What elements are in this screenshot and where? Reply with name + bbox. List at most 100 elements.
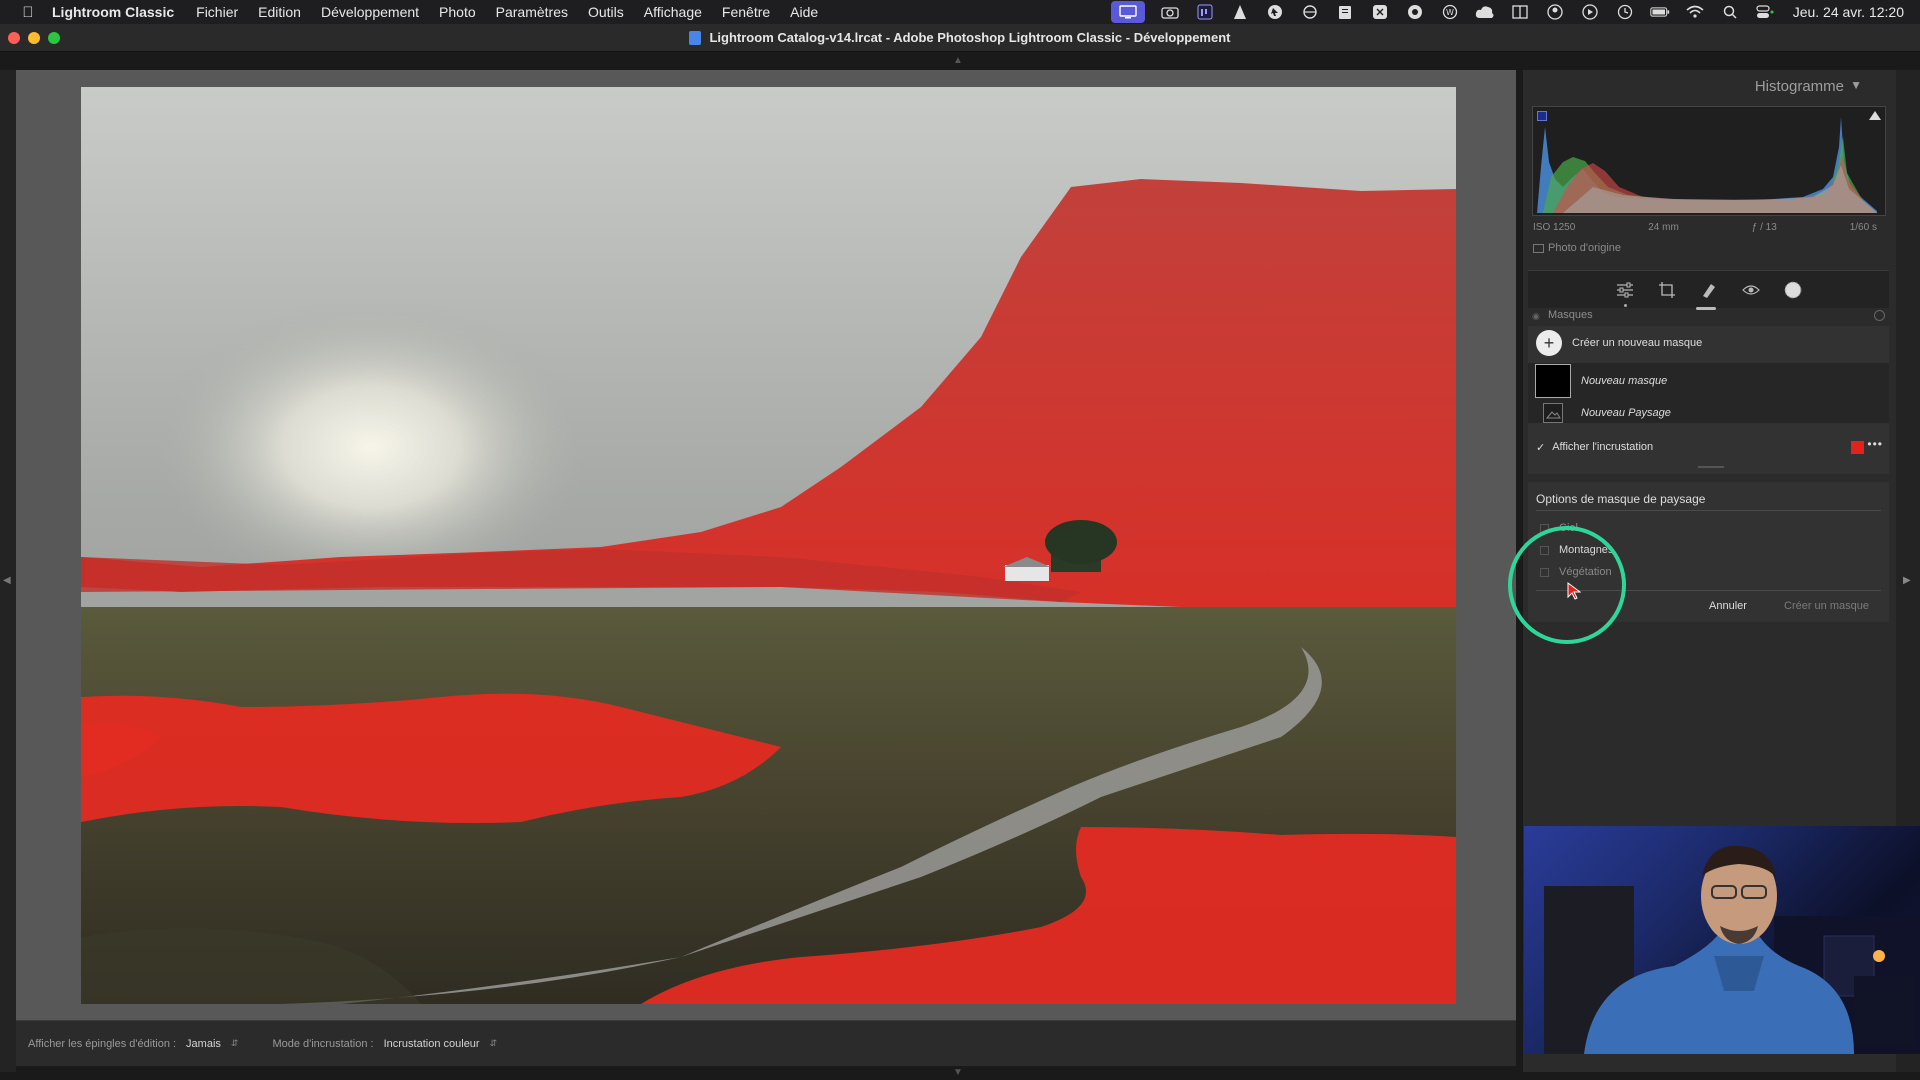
menu-outils[interactable]: Outils bbox=[588, 4, 624, 20]
status-area: W Jeu. 24 avr. 12:20 bbox=[1110, 0, 1920, 24]
cancel-button[interactable]: Annuler bbox=[1709, 600, 1747, 612]
menu-parametres[interactable]: Paramètres bbox=[496, 4, 568, 20]
show-overlay-toggle[interactable]: ✓ Afficher l'incrustation ••• bbox=[1528, 436, 1889, 458]
create-new-mask-button[interactable]: + Créer un nouveau masque bbox=[1528, 326, 1889, 360]
crop-icon[interactable] bbox=[1656, 279, 1678, 301]
edit-sliders-icon[interactable] bbox=[1614, 279, 1636, 307]
histogram-graph bbox=[1537, 117, 1877, 213]
window-title: Lightroom Catalog-v14.lrcat - Adobe Phot… bbox=[709, 30, 1231, 45]
resize-handle[interactable] bbox=[1698, 466, 1724, 468]
sync-app-icon[interactable] bbox=[1300, 4, 1320, 20]
overlay-mode-label: Mode d'incrustation : bbox=[272, 1037, 374, 1050]
window-title-bar: Lightroom Catalog-v14.lrcat - Adobe Phot… bbox=[0, 24, 1920, 52]
battery-icon[interactable] bbox=[1650, 4, 1670, 20]
filmstrip-toggle-icon[interactable]: ▼ bbox=[953, 1067, 963, 1078]
svg-text:W: W bbox=[1446, 8, 1454, 17]
collapse-triangle-icon[interactable]: ▼ bbox=[1850, 78, 1862, 92]
original-photo-checkbox[interactable] bbox=[1533, 243, 1544, 253]
original-photo-label: Photo d'origine bbox=[1548, 242, 1622, 254]
aperture-value: ƒ / 13 bbox=[1751, 222, 1777, 233]
clipboard-icon[interactable] bbox=[1335, 4, 1355, 20]
masks-panel: + Créer un nouveau masque Nouveau masque… bbox=[1528, 326, 1889, 474]
overlay-mode-select[interactable]: Incrustation couleur bbox=[384, 1038, 480, 1050]
original-photo-toggle[interactable]: Photo d'origine bbox=[1533, 242, 1621, 254]
create-new-mask-label: Créer un nouveau masque bbox=[1572, 337, 1703, 349]
creative-cloud-icon[interactable] bbox=[1405, 4, 1425, 20]
mask-list: Nouveau masque Nouveau Paysage bbox=[1528, 363, 1889, 423]
menu-aide[interactable]: Aide bbox=[790, 4, 818, 20]
more-options-icon[interactable]: ••• bbox=[1867, 437, 1883, 451]
healing-icon[interactable] bbox=[1698, 279, 1720, 301]
mask-name: Nouveau masque bbox=[1581, 375, 1668, 387]
component-name: Nouveau Paysage bbox=[1581, 407, 1671, 419]
left-panel-toggle[interactable]: ◀ bbox=[0, 70, 16, 1072]
menu-affichage[interactable]: Affichage bbox=[644, 4, 702, 20]
vlc-icon[interactable] bbox=[1230, 4, 1250, 20]
play-icon[interactable] bbox=[1580, 4, 1600, 20]
menu-fichier[interactable]: Fichier bbox=[196, 4, 238, 20]
cloud-check-icon[interactable] bbox=[1475, 4, 1495, 20]
close-button[interactable] bbox=[8, 32, 20, 44]
histogram[interactable] bbox=[1532, 106, 1886, 216]
plus-icon[interactable]: + bbox=[1536, 330, 1562, 356]
widget-icon[interactable]: W bbox=[1440, 4, 1460, 20]
pins-dropdown-icon[interactable]: ⇵ bbox=[231, 1038, 239, 1049]
window-controls bbox=[8, 32, 68, 44]
minimize-button[interactable] bbox=[28, 32, 40, 44]
pins-select[interactable]: Jamais bbox=[186, 1038, 221, 1050]
overlay-color-swatch[interactable] bbox=[1851, 441, 1864, 454]
landscape-options-title: Options de masque de paysage bbox=[1536, 492, 1706, 506]
histogram-title: Histogramme bbox=[1754, 78, 1844, 95]
masks-label: Masques bbox=[1548, 309, 1593, 321]
histogram-header[interactable]: Histogramme ▼ bbox=[1523, 70, 1896, 106]
show-overlay-label: Afficher l'incrustation bbox=[1552, 441, 1654, 453]
checkmark-icon[interactable]: ✓ bbox=[1536, 441, 1545, 454]
webcam-overlay bbox=[1524, 826, 1920, 1054]
control-center-icon[interactable] bbox=[1755, 4, 1775, 20]
panel-drag-handle[interactable] bbox=[1696, 307, 1716, 310]
camera-icon[interactable] bbox=[1160, 4, 1180, 20]
shadow-clipping-icon[interactable] bbox=[1537, 111, 1547, 121]
highlight-clipping-icon[interactable] bbox=[1869, 111, 1881, 120]
masks-visibility-icon[interactable]: ◉ bbox=[1532, 311, 1540, 322]
right-arrow-icon: ▶ bbox=[1903, 575, 1911, 586]
menu-app-name[interactable]: Lightroom Classic bbox=[52, 4, 174, 20]
apple-icon[interactable]:  bbox=[18, 4, 38, 21]
shutter-value: 1/60 s bbox=[1849, 222, 1877, 233]
menu-photo[interactable]: Photo bbox=[439, 4, 476, 20]
exif-info: ISO 1250 24 mm ƒ / 13 1/60 s bbox=[1533, 222, 1877, 233]
pins-label: Afficher les épingles d'édition : bbox=[28, 1037, 177, 1050]
top-panel-toggle-icon[interactable]: ▲ bbox=[953, 55, 963, 66]
menu-developpement[interactable]: Développement bbox=[321, 4, 419, 20]
screen-record-icon[interactable] bbox=[1110, 1, 1145, 23]
mouse-cursor-icon bbox=[1567, 582, 1582, 600]
menu-bar:  Lightroom Classic Fichier Edition Déve… bbox=[0, 0, 1920, 24]
menu-fenetre[interactable]: Fenêtre bbox=[722, 4, 770, 20]
create-mask-button[interactable]: Créer un masque bbox=[1784, 600, 1869, 612]
mask-item[interactable]: Nouveau masque bbox=[1528, 363, 1667, 399]
cursor-app-icon[interactable] bbox=[1265, 4, 1285, 20]
premiere-icon[interactable] bbox=[1195, 4, 1215, 20]
command-icon[interactable] bbox=[1370, 4, 1390, 20]
mask-component-item[interactable]: Nouveau Paysage bbox=[1528, 400, 1671, 426]
overlay-mode-dropdown-icon[interactable]: ⇵ bbox=[490, 1038, 498, 1049]
search-icon[interactable] bbox=[1720, 4, 1740, 20]
mask-thumbnail[interactable] bbox=[1535, 364, 1571, 398]
wifi-icon[interactable] bbox=[1685, 4, 1705, 20]
user-icon[interactable] bbox=[1545, 4, 1565, 20]
left-arrow-icon: ◀ bbox=[3, 575, 11, 586]
divider bbox=[1536, 510, 1881, 511]
red-eye-icon[interactable] bbox=[1740, 279, 1762, 301]
photo-preview[interactable] bbox=[81, 87, 1456, 1004]
time-machine-icon[interactable] bbox=[1615, 4, 1635, 20]
landscape-component-icon bbox=[1543, 403, 1563, 423]
zoom-button[interactable] bbox=[48, 32, 60, 44]
menu-edition[interactable]: Edition bbox=[258, 4, 301, 20]
help-icon[interactable] bbox=[1874, 310, 1885, 321]
focal-value: 24 mm bbox=[1648, 222, 1679, 233]
clock[interactable]: Jeu. 24 avr. 12:20 bbox=[1793, 4, 1904, 20]
catalog-icon bbox=[689, 30, 702, 45]
masking-icon[interactable] bbox=[1782, 279, 1804, 301]
develop-toolbar: Afficher les épingles d'édition : Jamais… bbox=[16, 1020, 1516, 1066]
layout-icon[interactable] bbox=[1510, 4, 1530, 20]
